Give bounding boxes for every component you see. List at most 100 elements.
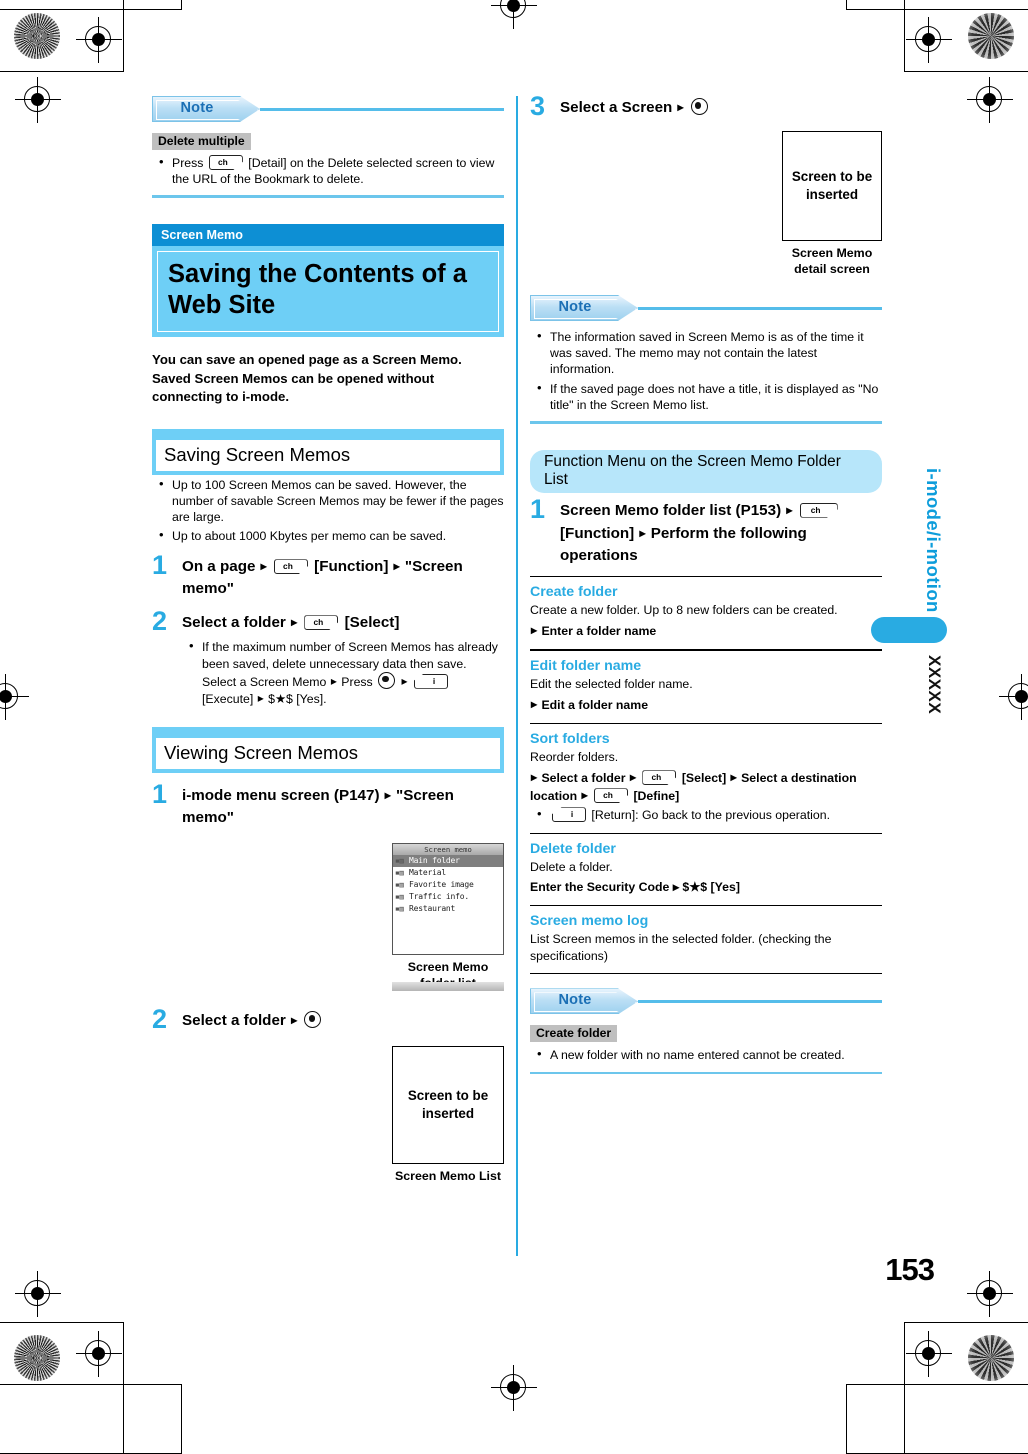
- arrow-icon: ▸: [330, 673, 337, 688]
- function-entry-title: Create folder: [530, 584, 618, 601]
- section-heading: Saving Screen Memos: [164, 443, 351, 465]
- print-rosette-br: [968, 1335, 1014, 1381]
- divider: [530, 722, 882, 725]
- note-tag: Create folder: [530, 1025, 618, 1043]
- center-select-key-icon: [304, 1011, 322, 1029]
- note-header: Note: [152, 96, 504, 124]
- chapter-body-inner: Saving the Contents of a Web Site: [157, 251, 499, 332]
- note-rule: [638, 307, 882, 310]
- folder-icon: ◾▨: [395, 904, 404, 914]
- section-header-viewing: Viewing Screen Memos: [152, 727, 504, 774]
- step-viewing-2: 2 Select a folder ▸: [152, 1006, 504, 1033]
- note-rule: [260, 108, 504, 111]
- chapter-lead-text: You can save an opened page as a Screen …: [152, 352, 462, 404]
- function-entry-desc: Edit the selected folder name.: [530, 676, 693, 691]
- step-text-mid: [Function]: [560, 524, 635, 542]
- step-text-pre: Select a Screen: [560, 99, 673, 116]
- note-banner: Note: [152, 96, 260, 122]
- registration-mark-br-b: [967, 1271, 1013, 1317]
- arrow-icon: ▸: [639, 525, 646, 540]
- section-header-inner: Saving Screen Memos: [155, 438, 501, 472]
- section-header-saving: Saving Screen Memos: [152, 428, 504, 475]
- subnote-text: [Return]: Go back to the previous operat…: [591, 808, 830, 823]
- print-rosette-tl: [14, 13, 60, 59]
- note-bottom-rule: [530, 421, 882, 424]
- note-bottom-rule: [530, 1071, 882, 1075]
- function-entry-edit-folder-name: Edit folder name Edit the selected folde…: [530, 657, 882, 714]
- ch-key-icon: ch: [304, 615, 339, 631]
- note-body: Create folder A new folder with no name …: [530, 1024, 882, 1063]
- list-item: If the maximum number of Screen Memos ha…: [182, 638, 504, 707]
- side-tab-code: XXXXX: [925, 655, 944, 715]
- step-text-pre: On a page: [182, 558, 256, 576]
- note-body: Delete multiple Press ch [Detail] on the…: [152, 132, 504, 187]
- step-text: On a page ▸ ch [Function] ▸ "Screen memo…: [182, 555, 504, 600]
- function-entry-create-folder: Create folder Create a new folder. Up to…: [530, 583, 882, 640]
- note-bullet-list: Press ch [Detail] on the Delete selected…: [152, 154, 504, 187]
- ch-key-icon: ch: [642, 770, 677, 786]
- function-entry-delete-folder: Delete folder Delete a folder. Enter the…: [530, 840, 882, 896]
- phone-list-row: ◾▨ Traffic info.: [393, 891, 503, 903]
- step-text: Screen Memo folder list (P153) ▸ ch [Fun…: [560, 499, 882, 567]
- note-bullet-list: The information saved in Screen Memo is …: [530, 328, 882, 413]
- registration-mark-left-center: [0, 674, 29, 720]
- arrow-icon: ▸: [257, 690, 264, 705]
- step-number: 1: [152, 779, 168, 810]
- note-tag: Delete multiple: [152, 133, 251, 150]
- right-column: 3 Select a Screen ▸ Screen to be inserte…: [530, 93, 882, 1075]
- page-number: 153: [885, 1252, 935, 1287]
- side-tab-pill: [871, 617, 947, 643]
- note-block-middle: Note The information saved in Screen Mem…: [530, 295, 882, 424]
- saving-bullets: Up to 100 Screen Memos can be saved. How…: [152, 476, 504, 545]
- function-entry-operation: Enter the Security Code ▸ $★$ [Yes]: [530, 880, 740, 895]
- folder-icon: ◾▨: [395, 868, 404, 878]
- ch-key-icon: ch: [208, 155, 243, 170]
- divider: [530, 832, 882, 834]
- operation-text: Enter a folder name: [541, 624, 657, 639]
- note-block-bottom: Note Create folder A new folder with no …: [530, 988, 882, 1075]
- function-entry-title: Sort folders: [530, 731, 610, 748]
- ch-key-icon: ch: [799, 502, 838, 518]
- step-number: 1: [152, 550, 168, 581]
- list-item: Up to about 1000 Kbytes per memo can be …: [152, 527, 504, 544]
- operation-text-a: Select a folder: [541, 771, 626, 786]
- registration-mark-top-center: [491, 0, 537, 29]
- arrow-icon: ▸: [531, 623, 538, 638]
- phone-list-row: ◾▨ Restaurant: [393, 903, 503, 915]
- step-text-mid: [Function]: [314, 558, 389, 576]
- figure-memo-list: Screen to be inserted Screen Memo List: [392, 1046, 504, 1184]
- phone-screen-folder-list: Screen memo ◾▨ Main folder ◾▨ Material ◾▨ F…: [392, 843, 504, 992]
- arrow-icon: ▸: [629, 770, 636, 785]
- ch-key-icon: ch: [273, 559, 308, 575]
- note-block-top: Note Delete multiple Press ch [Detail] o…: [152, 96, 504, 198]
- arrow-icon: ▸: [260, 559, 267, 574]
- divider: [530, 905, 882, 907]
- registration-mark-br-a: [906, 1331, 952, 1377]
- operation-text-d: [Define]: [633, 789, 680, 804]
- chapter-title-block: Screen Memo Saving the Contents of a Web…: [152, 224, 504, 337]
- function-entry-operation: ▸ Enter a folder name: [530, 622, 882, 640]
- note-header: Note: [530, 988, 882, 1016]
- arrow-icon: ▸: [393, 559, 400, 574]
- note-banner-label: Note: [558, 992, 592, 1009]
- section-header-inner: Viewing Screen Memos: [155, 737, 501, 771]
- phone-row-label: Main folder: [409, 856, 460, 866]
- function-entry-title: Delete folder: [530, 840, 616, 857]
- arrow-icon: ▸: [384, 788, 391, 803]
- divider: [530, 972, 882, 975]
- step-text-pre: Select a folder: [182, 1012, 286, 1030]
- i-key-icon: i: [414, 673, 448, 689]
- folder-icon: ◾▨: [395, 880, 404, 890]
- step-text: Select a Screen ▸: [560, 96, 882, 119]
- arrow-icon: ▸: [730, 770, 737, 785]
- arrow-icon: ▸: [531, 696, 538, 711]
- operation-text: Edit a folder name: [541, 697, 649, 712]
- step-text-pre: Screen Memo folder list (P153): [560, 501, 782, 519]
- arrow-icon: ▸: [581, 788, 588, 803]
- note-text-press: Press: [341, 674, 377, 689]
- figure-caption: Screen Memo detail screen: [791, 246, 873, 276]
- phone-row-label: Traffic info.: [409, 892, 470, 902]
- arrow-icon: ▸: [401, 673, 408, 688]
- step-text-post: [Select]: [344, 614, 400, 632]
- function-menu-block: Function Menu on the Screen Memo Folder …: [530, 449, 882, 975]
